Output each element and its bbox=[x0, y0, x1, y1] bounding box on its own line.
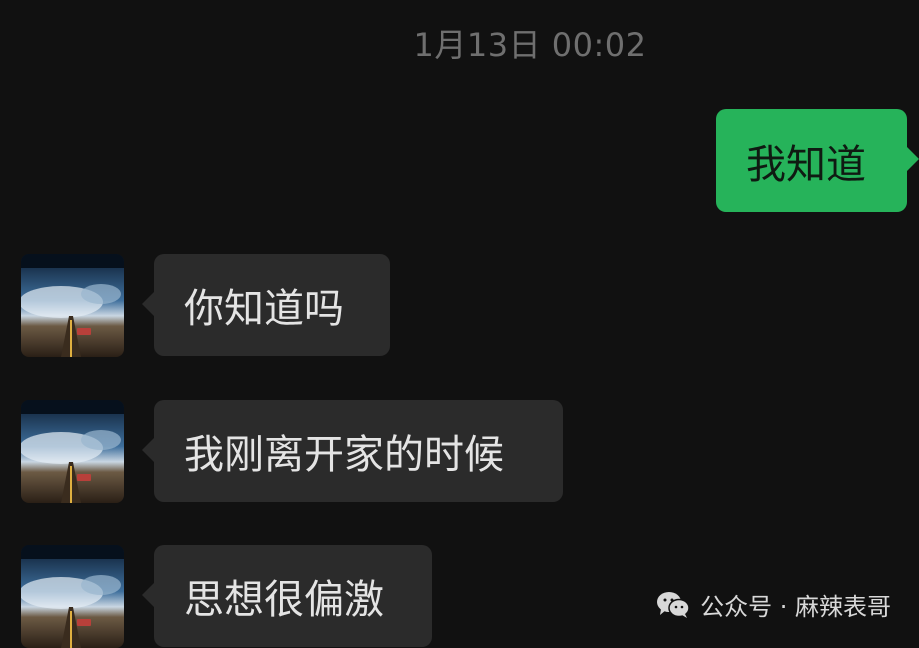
earth-road-avatar-icon bbox=[21, 254, 124, 357]
earth-road-avatar-icon bbox=[21, 400, 124, 503]
message-text: 我知道 bbox=[746, 141, 866, 188]
contact-avatar[interactable] bbox=[21, 254, 124, 357]
contact-avatar[interactable] bbox=[21, 545, 124, 648]
received-message-bubble[interactable]: 我刚离开家的时候 bbox=[142, 400, 563, 502]
sent-message-bubble[interactable]: 我知道 bbox=[716, 109, 919, 212]
received-message-bubble[interactable]: 你知道吗 bbox=[142, 254, 390, 356]
message-text: 我刚离开家的时候 bbox=[184, 432, 504, 478]
message-text: 思想很偏激 bbox=[184, 577, 384, 623]
received-message-bubble[interactable]: 思想很偏激 bbox=[142, 545, 432, 647]
watermark: 公众号 · 麻辣表哥 bbox=[656, 587, 891, 622]
message-text: 你知道吗 bbox=[184, 286, 344, 332]
wechat-icon bbox=[656, 591, 690, 619]
watermark-text: 公众号 · 麻辣表哥 bbox=[700, 593, 891, 621]
contact-avatar[interactable] bbox=[21, 400, 124, 503]
earth-road-avatar-icon bbox=[21, 545, 124, 648]
chat-timestamp: 1月13日 00:02 bbox=[413, 26, 647, 64]
